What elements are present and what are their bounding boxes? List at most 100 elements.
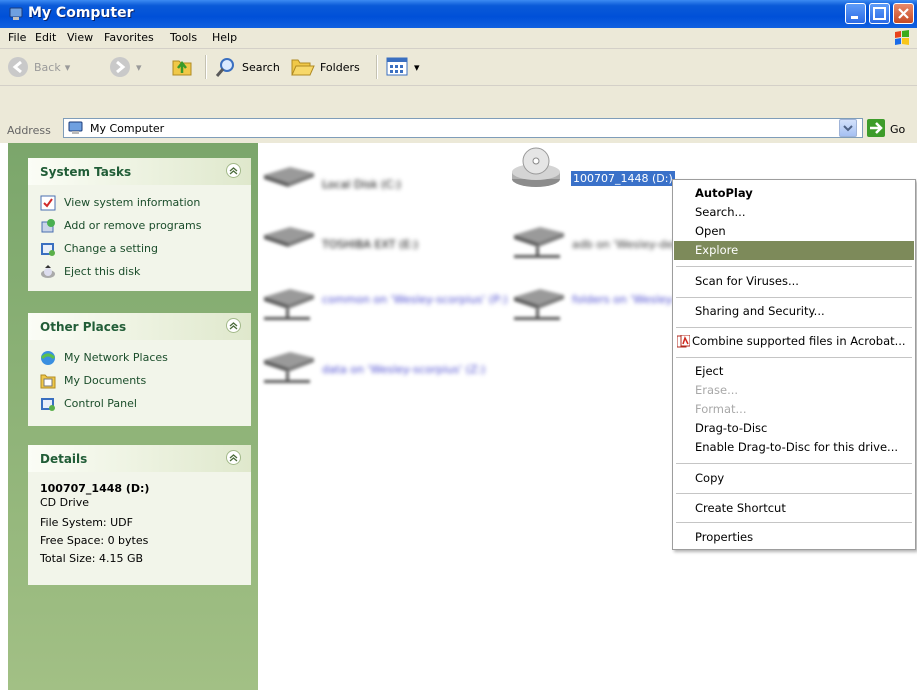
cd-drive-item[interactable] — [510, 146, 562, 193]
address-label: Address — [7, 124, 51, 137]
menu-item-search[interactable]: Search... — [674, 203, 914, 222]
menu-view[interactable]: View — [67, 31, 93, 44]
search-button[interactable]: Search — [214, 53, 280, 81]
task-label: Change a setting — [64, 242, 158, 255]
add-remove-programs-icon — [41, 218, 55, 232]
up-folder-button[interactable] — [170, 53, 194, 81]
place-my-documents[interactable]: My Documents — [40, 369, 239, 392]
eject-disk-icon — [41, 264, 55, 278]
menu-help[interactable]: Help — [212, 31, 237, 44]
control-panel-icon — [41, 397, 55, 411]
views-dropdown-icon: ▾ — [414, 60, 420, 74]
control-panel-icon — [41, 242, 55, 256]
system-tasks-header[interactable]: System Tasks — [28, 158, 251, 185]
network-drive-icon — [264, 289, 314, 320]
place-my-network-places[interactable]: My Network Places — [40, 346, 239, 369]
place-label: My Documents — [64, 374, 147, 387]
menu-item-combine-acrobat[interactable]: Combine supported files in Acrobat... — [674, 332, 914, 351]
task-label: Eject this disk — [64, 265, 141, 278]
close-button[interactable] — [893, 3, 914, 24]
place-label: My Network Places — [64, 351, 168, 364]
details-filesystem: File System: UDF — [40, 516, 133, 529]
task-view-system-info[interactable]: View system information — [40, 191, 239, 214]
go-arrow-icon — [870, 122, 883, 134]
menu-item-erase: Erase... — [695, 383, 739, 397]
views-button[interactable]: ▾ — [386, 53, 420, 81]
maximize-button[interactable] — [869, 3, 890, 24]
menu-item-enable-drag-to-disc[interactable]: Enable Drag-to-Disc for this drive... — [674, 438, 914, 457]
menu-item-sharing-security[interactable]: Sharing and Security... — [674, 302, 914, 321]
toolbar-separator — [205, 55, 207, 79]
other-places-header[interactable]: Other Places — [28, 313, 251, 340]
title-bar[interactable]: My Computer — [0, 0, 917, 28]
hard-disk-icon — [264, 167, 314, 187]
drive-item[interactable]: TOSHIBA EXT (E:) — [260, 223, 418, 251]
menu-tools[interactable]: Tools — [170, 31, 197, 44]
my-documents-icon — [40, 374, 56, 388]
collapse-chevron-icon[interactable] — [226, 163, 241, 178]
address-bar: Address My Computer Go — [0, 86, 917, 143]
forward-button[interactable]: ▾ — [108, 53, 142, 81]
details-header[interactable]: Details — [28, 445, 251, 472]
network-drive-item[interactable]: folders on 'Wesley-scorpius' — [510, 285, 725, 328]
network-drive-item[interactable]: data on 'Wesley-scorpius' (Z:) — [260, 348, 485, 391]
task-label: View system information — [64, 196, 201, 209]
network-places-icon — [40, 350, 56, 365]
menu-file[interactable]: File — [8, 31, 26, 44]
go-button[interactable] — [867, 119, 885, 137]
network-drive-item[interactable]: common on 'Wesley-scorpius' (P:) — [260, 285, 508, 328]
minimize-button[interactable] — [845, 3, 866, 24]
menu-item-open[interactable]: Open — [674, 222, 914, 241]
toolbar: Back ▾ ▾ Search Folders ▾ — [0, 49, 917, 86]
menu-item-create-shortcut[interactable]: Create Shortcut — [674, 499, 914, 518]
task-pane: System Tasks View system information Add… — [8, 143, 258, 690]
drive-item[interactable]: Local Disk (C:) — [260, 163, 401, 191]
menu-separator — [676, 297, 912, 298]
up-folder-icon — [172, 60, 192, 76]
forward-dropdown-icon: ▾ — [136, 60, 142, 74]
menu-item-eject[interactable]: Eject — [674, 362, 914, 381]
network-drive-item[interactable]: adb on 'Wesley-desktop' — [510, 223, 706, 266]
system-tasks-box: System Tasks View system information Add… — [28, 158, 251, 291]
address-input[interactable]: My Computer — [63, 118, 863, 138]
drive-label: Local Disk (C:) — [322, 178, 402, 191]
menu-separator — [676, 357, 912, 358]
back-button[interactable]: Back ▾ — [6, 53, 70, 81]
menu-favorites[interactable]: Favorites — [104, 31, 154, 44]
folders-icon — [291, 59, 315, 76]
cd-drive-label[interactable]: 100707_1448 (D:) — [571, 171, 675, 186]
menu-separator — [676, 522, 912, 523]
folders-button[interactable]: Folders — [290, 53, 360, 81]
task-add-remove-programs[interactable]: Add or remove programs — [40, 214, 239, 237]
details-type: CD Drive — [40, 496, 89, 509]
task-eject-disk[interactable]: Eject this disk — [40, 260, 239, 283]
go-label[interactable]: Go — [890, 123, 905, 136]
place-control-panel[interactable]: Control Panel — [40, 392, 239, 415]
network-drive-icon — [514, 289, 564, 320]
task-change-setting[interactable]: Change a setting — [40, 237, 239, 260]
menu-item-copy[interactable]: Copy — [674, 469, 914, 488]
my-computer-icon — [9, 7, 23, 20]
maximize-icon — [873, 7, 886, 20]
task-label: Add or remove programs — [64, 219, 202, 232]
collapse-chevron-icon[interactable] — [226, 450, 241, 465]
details-total-size: Total Size: 4.15 GB — [40, 552, 144, 565]
menu-item-format: Format... — [695, 402, 747, 416]
menu-item-scan-for-viruses[interactable]: Scan for Viruses... — [674, 272, 914, 291]
menu-separator — [676, 463, 912, 464]
collapse-chevron-icon[interactable] — [226, 318, 241, 333]
minimize-icon — [851, 16, 858, 19]
menu-edit[interactable]: Edit — [35, 31, 56, 44]
menu-bar: File Edit View Favorites Tools Help — [0, 28, 917, 49]
search-label: Search — [242, 60, 280, 74]
address-value: My Computer — [90, 122, 165, 135]
menu-item-explore[interactable]: Explore — [674, 241, 914, 260]
menu-item-drag-to-disc[interactable]: Drag-to-Disc — [674, 419, 914, 438]
menu-separator — [676, 266, 912, 267]
back-label: Back — [34, 60, 61, 74]
address-dropdown-button[interactable] — [839, 119, 857, 137]
menu-item-autoplay[interactable]: AutoPlay — [674, 184, 914, 203]
back-dropdown-icon: ▾ — [64, 60, 71, 74]
search-icon — [215, 58, 234, 77]
menu-item-properties[interactable]: Properties — [674, 528, 914, 547]
